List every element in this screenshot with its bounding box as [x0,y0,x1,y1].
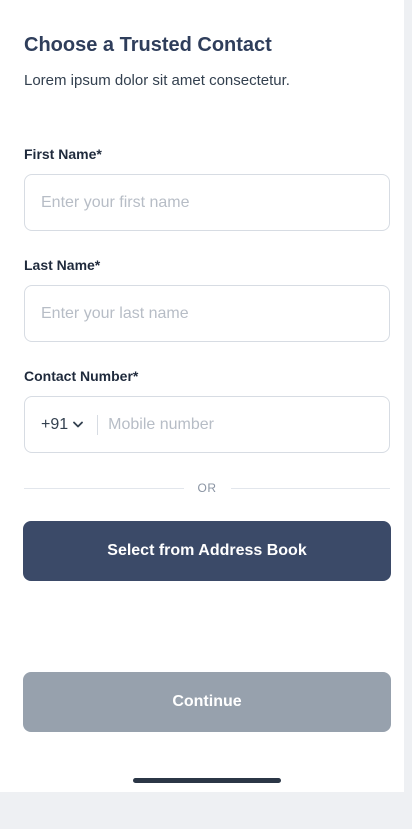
home-indicator [133,778,281,783]
or-text: OR [197,481,217,495]
or-line-left [24,487,184,489]
country-code-selector[interactable]: +91 [25,397,99,452]
or-divider: OR [24,478,390,498]
continue-button[interactable]: Continue [23,672,391,732]
last-name-input[interactable] [25,286,389,341]
first-name-field-container [24,174,390,231]
first-name-input[interactable] [25,175,389,230]
contact-number-label: Contact Number* [24,368,139,384]
trusted-contact-screen: Choose a Trusted Contact Lorem ipsum dol… [0,0,404,792]
last-name-label: Last Name* [24,257,101,273]
chevron-down-icon [73,421,84,428]
page-subtitle: Lorem ipsum dolor sit amet consectetur. [24,72,290,89]
or-line-right [230,487,390,489]
last-name-field-container [24,285,390,342]
country-code-value: +91 [41,415,69,433]
page-title: Choose a Trusted Contact [24,34,272,56]
select-from-address-book-button[interactable]: Select from Address Book [23,521,391,581]
mobile-number-input[interactable] [98,397,389,452]
first-name-label: First Name* [24,146,102,162]
contact-number-field: +91 [24,396,390,453]
